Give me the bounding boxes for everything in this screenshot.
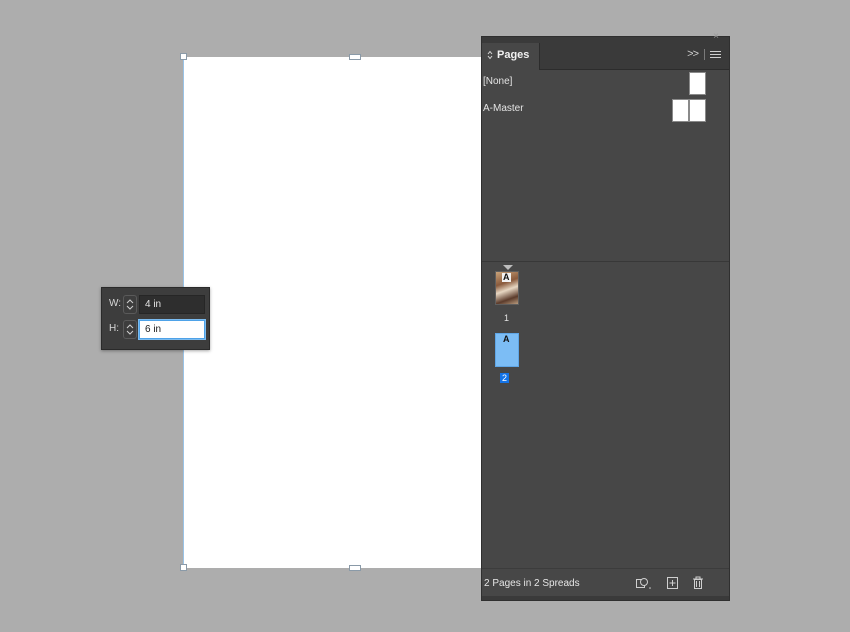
page-size-popup: W: 4 in H: 6 in: [101, 287, 210, 350]
trash-icon[interactable]: [691, 576, 705, 590]
resize-handle-bottom-left[interactable]: [180, 564, 187, 571]
panel-section-divider[interactable]: [482, 261, 729, 262]
width-stepper[interactable]: [123, 295, 137, 314]
width-row: W: 4 in: [102, 294, 209, 314]
resize-handle-top-left[interactable]: [180, 53, 187, 60]
panel-footer: 2 Pages in 2 Spreads: [482, 568, 729, 600]
panel-tab-bar: × Pages >>: [482, 31, 729, 70]
tab-pages[interactable]: Pages: [482, 43, 540, 70]
width-label: W:: [109, 298, 122, 309]
page-number-2[interactable]: 2: [500, 373, 510, 383]
page-thumbnail-2[interactable]: A: [495, 333, 519, 367]
height-row: H: 6 in: [102, 319, 209, 339]
master-item-none[interactable]: [None]: [482, 72, 729, 96]
resize-handle-bottom-center[interactable]: [349, 565, 361, 571]
divider: [704, 49, 705, 60]
resize-handle-top-center[interactable]: [349, 54, 361, 60]
hamburger-menu-icon[interactable]: [710, 51, 721, 59]
master-thumbnail-right[interactable]: [689, 99, 706, 122]
document-page[interactable]: [180, 53, 482, 571]
master-thumbnail-left[interactable]: [672, 99, 689, 122]
double-chevron-right-icon[interactable]: >>: [687, 49, 699, 60]
height-field[interactable]: 6 in: [139, 320, 205, 339]
master-prefix-badge: A: [503, 334, 510, 344]
new-page-icon[interactable]: [666, 576, 680, 590]
tab-sort-arrows-icon: [487, 50, 493, 60]
page-number-1[interactable]: 1: [504, 313, 509, 323]
master-thumbnail[interactable]: [689, 72, 706, 95]
stepper-arrows-icon: [126, 299, 134, 310]
close-icon[interactable]: ×: [713, 31, 719, 42]
master-name: [None]: [483, 76, 513, 87]
stepper-arrows-icon: [126, 324, 134, 335]
pages-status-text: 2 Pages in 2 Spreads: [484, 578, 580, 589]
master-prefix-badge: A: [502, 272, 511, 282]
height-label: H:: [109, 323, 119, 334]
master-name: A-Master: [483, 103, 524, 114]
master-item-a-master[interactable]: A-Master: [482, 99, 729, 123]
width-field[interactable]: 4 in: [139, 295, 205, 314]
panel-resize-bar[interactable]: [482, 596, 729, 600]
pages-panel: × Pages >> [None] A-Master A 1 A 2 2 Pag…: [481, 31, 730, 601]
height-stepper[interactable]: [123, 320, 137, 339]
edit-page-size-icon[interactable]: [635, 576, 653, 590]
tab-pages-label: Pages: [497, 49, 530, 61]
page-thumbnail-1[interactable]: A: [495, 271, 519, 305]
